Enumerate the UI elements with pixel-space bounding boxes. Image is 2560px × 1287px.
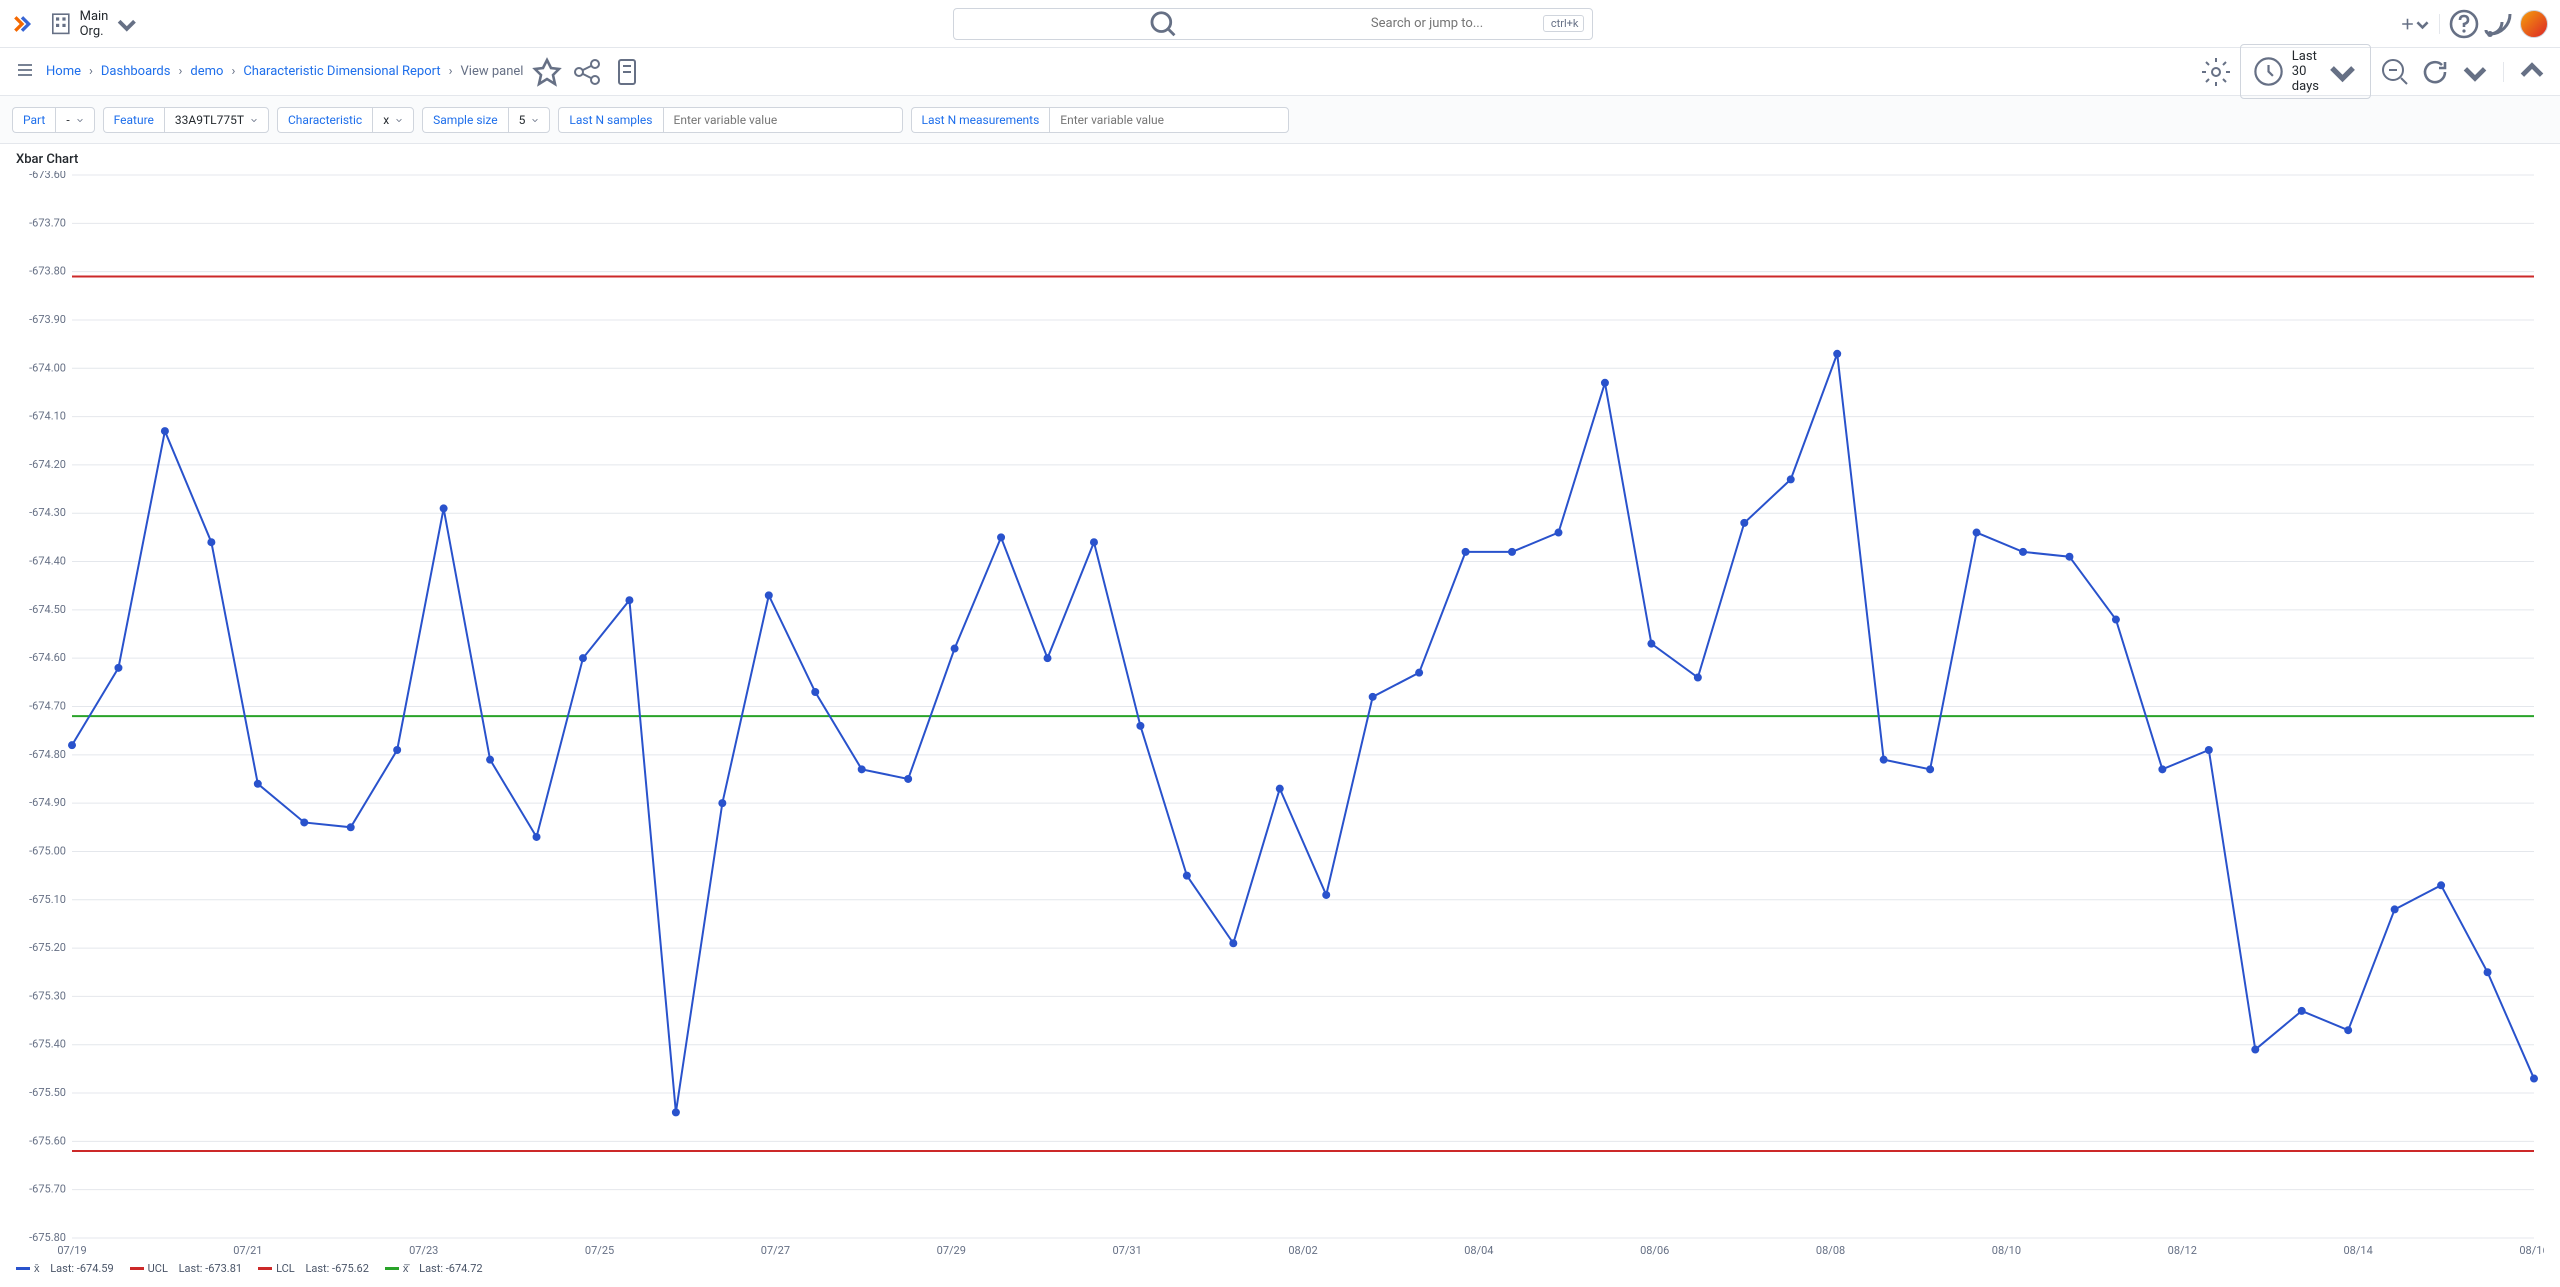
svg-text:08/14: 08/14 (2344, 1244, 2373, 1257)
legend-lcl[interactable]: LCL Last: -675.62 (258, 1262, 369, 1275)
chevron-right-icon: › (231, 64, 235, 79)
share-button[interactable] (571, 56, 603, 88)
svg-text:-675.20: -675.20 (29, 941, 66, 954)
chart-title: Xbar Chart (16, 152, 2544, 167)
var-lastnmeasurements-input[interactable] (1049, 107, 1289, 133)
breadcrumb: Home › Dashboards › demo › Characteristi… (46, 64, 523, 79)
legend-mean[interactable]: x̄̄ Last: -674.72 (385, 1262, 483, 1275)
svg-text:07/25: 07/25 (585, 1244, 614, 1257)
breadcrumb-home[interactable]: Home (46, 64, 81, 79)
org-name: Main Org. (80, 9, 109, 39)
svg-text:08/16: 08/16 (2519, 1244, 2544, 1257)
feed-button[interactable] (2484, 8, 2516, 40)
var-feature-value[interactable]: 33A9TL775T (164, 107, 269, 133)
svg-text:07/23: 07/23 (409, 1244, 438, 1257)
export-button[interactable] (611, 56, 643, 88)
refresh-button[interactable] (2419, 56, 2451, 88)
breadcrumb-dashboards[interactable]: Dashboards (101, 64, 171, 79)
search-shortcut: ctrl+k (1543, 15, 1585, 32)
svg-text:-674.60: -674.60 (29, 651, 66, 664)
var-samplesize-label: Sample size (422, 107, 508, 133)
chevron-down-icon (2325, 54, 2360, 89)
legend-xbar[interactable]: x̄ Last: -674.59 (16, 1262, 114, 1275)
svg-text:08/10: 08/10 (1992, 1244, 2021, 1257)
var-feature-label: Feature (103, 107, 164, 133)
settings-button[interactable] (2200, 56, 2232, 88)
var-lastnsamples-input[interactable] (663, 107, 903, 133)
favorite-button[interactable] (531, 56, 563, 88)
var-part-value[interactable]: - (55, 107, 94, 133)
search-icon (962, 9, 1364, 39)
svg-text:-675.70: -675.70 (29, 1183, 66, 1196)
svg-text:-674.30: -674.30 (29, 506, 66, 519)
var-lastnmeasurements-label: Last N measurements (911, 107, 1050, 133)
svg-text:08/12: 08/12 (2168, 1244, 2197, 1257)
svg-text:-674.80: -674.80 (29, 748, 66, 761)
chevron-down-icon (114, 11, 140, 37)
svg-text:-674.70: -674.70 (29, 700, 66, 713)
svg-text:07/31: 07/31 (1113, 1244, 1142, 1257)
svg-text:-675.50: -675.50 (29, 1086, 66, 1099)
breadcrumb-dashboard[interactable]: Characteristic Dimensional Report (243, 64, 440, 79)
svg-text:-673.80: -673.80 (29, 265, 66, 278)
svg-text:-674.50: -674.50 (29, 603, 66, 616)
var-lastnsamples-label: Last N samples (558, 107, 662, 133)
clock-icon (2251, 54, 2286, 89)
menu-toggle[interactable] (12, 57, 38, 87)
svg-text:-675.80: -675.80 (29, 1231, 66, 1244)
svg-text:08/02: 08/02 (1288, 1244, 1317, 1257)
breadcrumb-folder[interactable]: demo (190, 64, 223, 79)
svg-text:-675.60: -675.60 (29, 1134, 66, 1147)
time-range-label: Last 30 days (2292, 49, 2319, 94)
help-button[interactable] (2448, 8, 2480, 40)
chevron-right-icon: › (449, 64, 453, 79)
search-field[interactable] (1371, 16, 1537, 31)
collapse-button[interactable] (2516, 56, 2548, 88)
svg-text:08/04: 08/04 (1464, 1244, 1493, 1257)
time-range-picker[interactable]: Last 30 days (2240, 44, 2371, 99)
svg-text:-674.90: -674.90 (29, 796, 66, 809)
svg-text:-675.00: -675.00 (29, 844, 66, 857)
svg-text:08/06: 08/06 (1640, 1244, 1669, 1257)
svg-text:-675.10: -675.10 (29, 893, 66, 906)
add-button[interactable] (2399, 8, 2431, 40)
chart-legend: x̄ Last: -674.59 UCL Last: -673.81 LCL L… (16, 1258, 2544, 1279)
search-input[interactable]: ctrl+k (953, 8, 1593, 40)
building-icon (48, 11, 74, 37)
svg-text:08/08: 08/08 (1816, 1244, 1845, 1257)
breadcrumb-current: View panel (461, 64, 524, 79)
app-logo[interactable] (12, 14, 32, 34)
svg-text:-675.40: -675.40 (29, 1038, 66, 1051)
chart-plot-area[interactable]: -673.60 -673.70 -673.80 -673.90 -674.00 -674.… (16, 171, 2544, 1258)
svg-text:07/19: 07/19 (57, 1244, 86, 1257)
svg-text:-674.20: -674.20 (29, 458, 66, 471)
svg-text:-675.30: -675.30 (29, 989, 66, 1002)
svg-text:-673.90: -673.90 (29, 313, 66, 326)
user-avatar[interactable] (2520, 10, 2548, 38)
var-characteristic-label: Characteristic (277, 107, 372, 133)
zoom-out-button[interactable] (2379, 56, 2411, 88)
legend-ucl[interactable]: UCL Last: -673.81 (130, 1262, 242, 1275)
var-samplesize-value[interactable]: 5 (508, 107, 551, 133)
svg-text:07/21: 07/21 (233, 1244, 262, 1257)
svg-text:-673.60: -673.60 (29, 171, 66, 181)
svg-text:-674.10: -674.10 (29, 410, 66, 423)
svg-text:07/27: 07/27 (761, 1244, 790, 1257)
svg-text:-674.00: -674.00 (29, 361, 66, 374)
svg-text:-674.40: -674.40 (29, 555, 66, 568)
svg-text:07/29: 07/29 (937, 1244, 966, 1257)
chevron-right-icon: › (89, 64, 93, 79)
var-characteristic-value[interactable]: x (372, 107, 414, 133)
refresh-interval-button[interactable] (2459, 56, 2491, 88)
org-selector[interactable]: Main Org. (40, 5, 148, 43)
chevron-right-icon: › (178, 64, 182, 79)
svg-text:-673.70: -673.70 (29, 216, 66, 229)
var-part-label: Part (12, 107, 55, 133)
